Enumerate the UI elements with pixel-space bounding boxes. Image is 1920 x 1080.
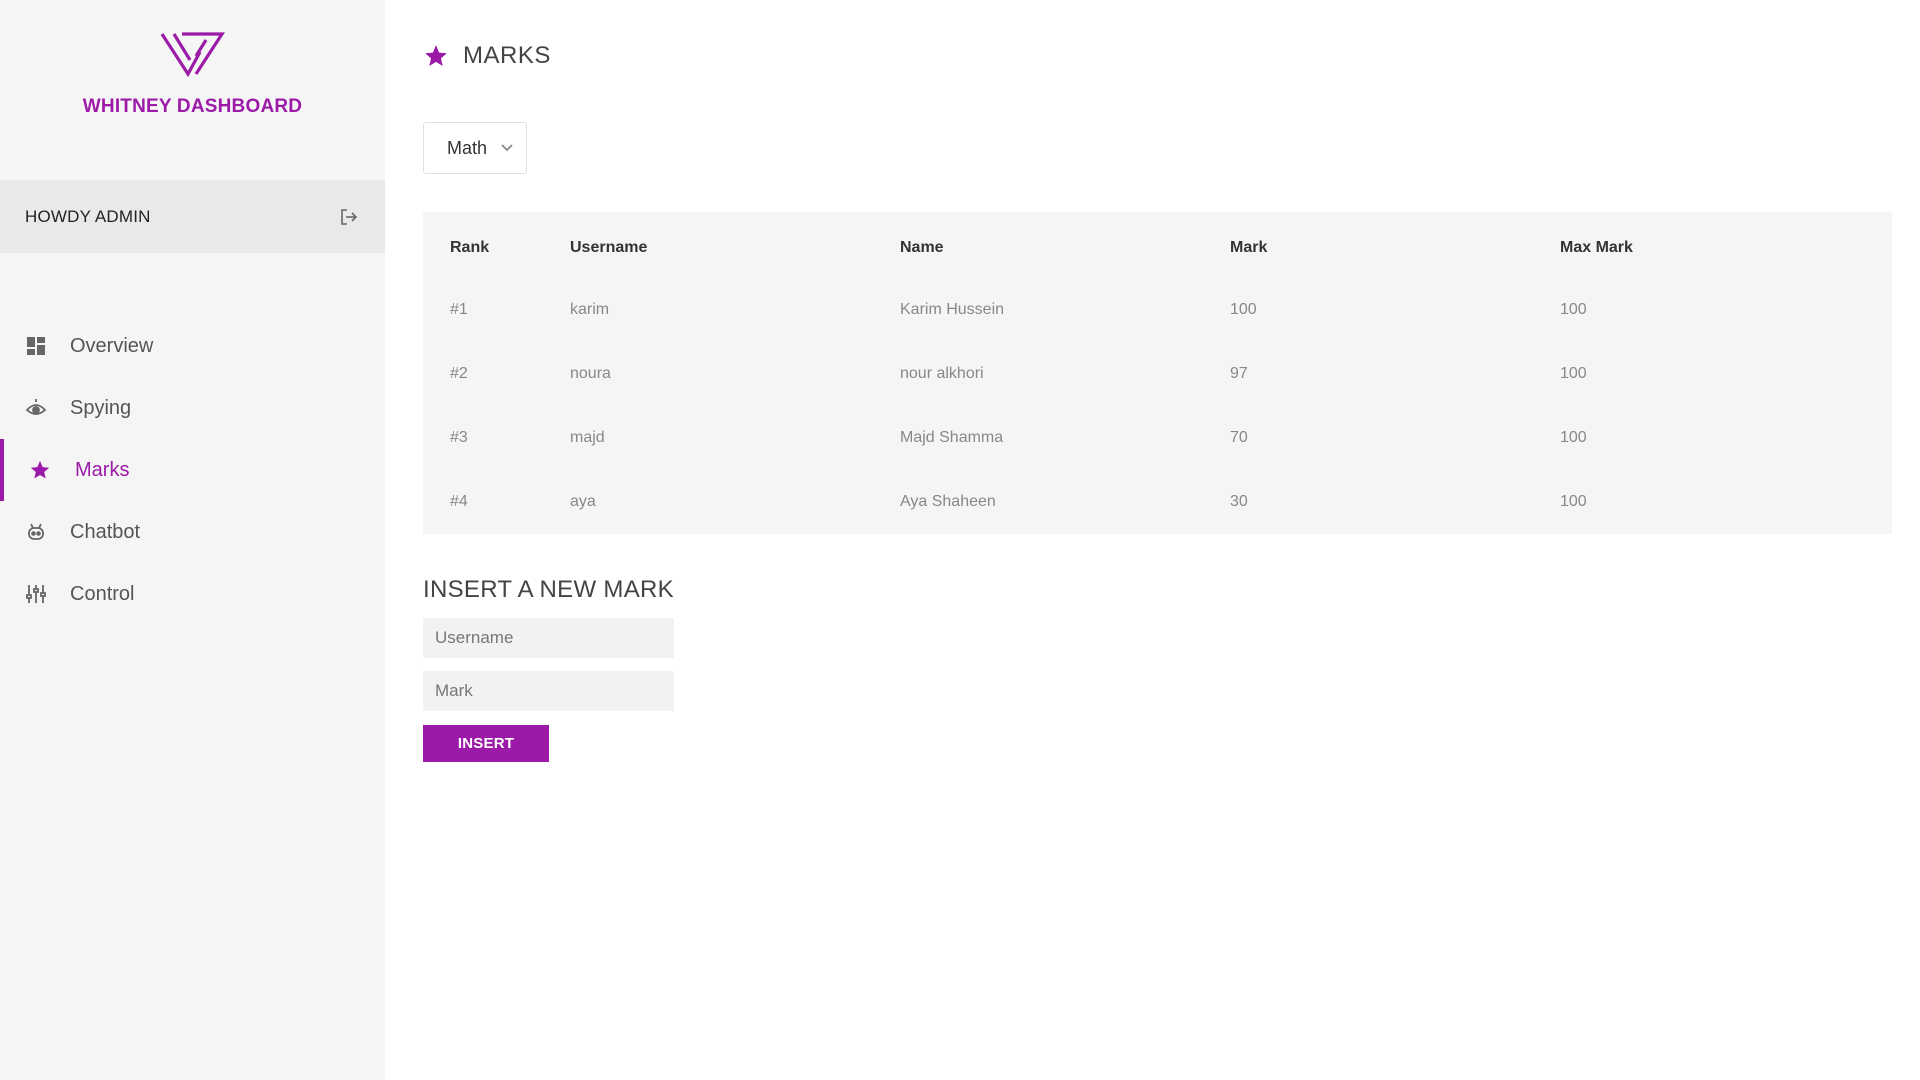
column-header-username[interactable]: Username xyxy=(570,212,900,278)
sidebar-item-label: Overview xyxy=(70,334,154,357)
cell-mark: 97 xyxy=(1230,365,1248,382)
cell-username: noura xyxy=(570,365,611,382)
cell-name: Aya Shaheen xyxy=(900,493,996,510)
cell-name: Karim Hussein xyxy=(900,301,1005,318)
page-title: MARKS xyxy=(463,42,551,69)
cell-name: Majd Shamma xyxy=(900,429,1004,446)
table-row: #3 majd Majd Shamma 70 100 xyxy=(423,406,1892,470)
table-row: #1 karim Karim Hussein 100 100 xyxy=(423,278,1892,342)
cell-max-mark: 100 xyxy=(1560,429,1587,446)
table-row: #4 aya Aya Shaheen 30 100 xyxy=(423,470,1892,534)
cell-max-mark: 100 xyxy=(1560,301,1587,318)
cell-username: majd xyxy=(570,429,605,446)
mark-input[interactable] xyxy=(423,671,674,711)
sidebar-item-label: Control xyxy=(70,582,135,605)
sidebar-item-marks[interactable]: Marks xyxy=(0,439,385,501)
username-input[interactable] xyxy=(423,618,674,658)
marks-table: Rank Username Name Mark Max Mark #1 kari… xyxy=(423,212,1892,534)
sidebar-item-label: Marks xyxy=(75,458,130,481)
subject-select[interactable]: Math xyxy=(423,122,527,174)
insert-section-title: INSERT A NEW MARK xyxy=(423,576,674,603)
column-header-name[interactable]: Name xyxy=(900,212,1230,278)
cell-name: nour alkhori xyxy=(900,365,984,382)
page-header: MARKS xyxy=(423,38,1892,74)
eye-icon xyxy=(25,397,47,419)
cell-max-mark: 100 xyxy=(1560,365,1587,382)
star-icon xyxy=(29,459,51,481)
cell-username: aya xyxy=(570,493,596,510)
column-header-rank[interactable]: Rank xyxy=(423,212,570,278)
sidebar: WHITNEY DASHBOARD HOWDY ADMIN Overview S… xyxy=(0,0,385,1080)
whitney-logo xyxy=(160,32,225,78)
user-bar: HOWDY ADMIN xyxy=(0,180,385,253)
star-icon xyxy=(425,45,447,66)
table-row: #2 noura nour alkhori 97 100 xyxy=(423,342,1892,406)
sliders-icon xyxy=(25,583,47,605)
sidebar-item-overview[interactable]: Overview xyxy=(0,315,385,377)
cell-rank: #1 xyxy=(450,301,468,318)
brand-title: WHITNEY DASHBOARD xyxy=(82,96,303,117)
cell-mark: 30 xyxy=(1230,493,1248,510)
robot-icon xyxy=(25,521,47,543)
sidebar-nav: Overview Spying Marks Chatbot Control xyxy=(0,315,385,625)
cell-rank: #4 xyxy=(450,493,468,510)
sidebar-item-label: Chatbot xyxy=(70,520,141,543)
subject-select-value: Math xyxy=(447,137,488,158)
cell-max-mark: 100 xyxy=(1560,493,1587,510)
sidebar-item-label: Spying xyxy=(70,396,132,419)
chevron-down-icon xyxy=(501,144,513,152)
cell-mark: 100 xyxy=(1230,301,1257,318)
main-content: MARKS Math Rank Username Name Mark Max M… xyxy=(385,0,1920,1080)
logout-button[interactable] xyxy=(338,206,360,228)
column-header-mark[interactable]: Mark xyxy=(1230,212,1560,278)
cell-rank: #2 xyxy=(450,365,468,382)
brand: WHITNEY DASHBOARD xyxy=(0,0,385,180)
column-header-max-mark[interactable]: Max Mark xyxy=(1560,212,1892,278)
sidebar-item-control[interactable]: Control xyxy=(0,563,385,625)
cell-rank: #3 xyxy=(450,429,468,446)
table-header-row: Rank Username Name Mark Max Mark xyxy=(423,212,1892,278)
user-greeting: HOWDY ADMIN xyxy=(25,206,151,226)
insert-button[interactable]: INSERT xyxy=(423,725,549,762)
dashboard-icon xyxy=(25,335,47,357)
cell-username: karim xyxy=(570,301,610,318)
cell-mark: 70 xyxy=(1230,429,1248,446)
logout-icon xyxy=(341,208,358,225)
sidebar-item-chatbot[interactable]: Chatbot xyxy=(0,501,385,563)
sidebar-item-spying[interactable]: Spying xyxy=(0,377,385,439)
